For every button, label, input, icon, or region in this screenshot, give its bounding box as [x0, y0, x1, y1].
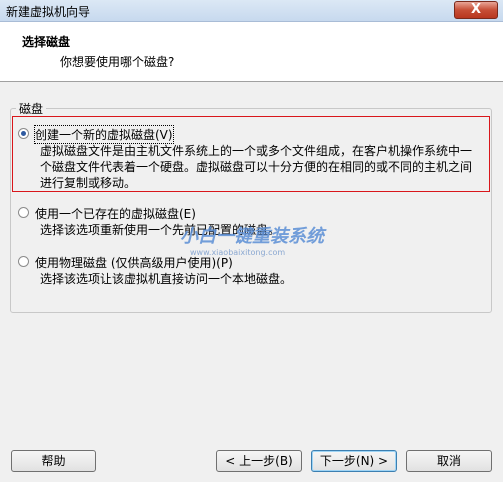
watermark-logo: 小白一键重装系统 www.xiaobaixitong.com: [180, 222, 330, 262]
radio-create-new-disk[interactable]: [18, 128, 29, 139]
watermark-text: 小白一键重装系统: [180, 226, 324, 247]
next-button-label: 下一步(N) >: [319, 454, 389, 468]
close-icon: X: [470, 2, 482, 17]
watermark-url: www.xiaobaixitong.com: [190, 248, 286, 257]
next-button[interactable]: 下一步(N) >: [311, 450, 397, 472]
cancel-button[interactable]: 取消: [406, 450, 492, 472]
back-button-label: < 上一步(B): [225, 454, 293, 468]
option-desc-create-new-disk: 虚拟磁盘文件是由主机文件系统上的一个或多个文件组成，在客户机操作系统中一个磁盘文…: [40, 144, 473, 190]
option-label-create-new-disk[interactable]: 创建一个新的虚拟磁盘(V): [34, 125, 174, 144]
title-bar: 新建虚拟机向导 X: [0, 0, 503, 22]
option-label-use-existing-disk[interactable]: 使用一个已存在的虚拟磁盘(E): [35, 205, 196, 222]
help-button-label: 帮助: [41, 454, 66, 468]
option-desc-use-physical-disk: 选择该选项让该虚拟机直接访问一个本地磁盘。: [40, 272, 293, 286]
radio-use-existing-disk[interactable]: [18, 207, 29, 218]
disk-group-legend: 磁盘: [16, 100, 47, 117]
wizard-header: 选择磁盘 你想要使用哪个磁盘?: [0, 22, 503, 82]
cancel-button-label: 取消: [436, 454, 461, 468]
page-subtitle: 你想要使用哪个磁盘?: [60, 55, 175, 69]
radio-use-physical-disk[interactable]: [18, 256, 29, 267]
window-title: 新建虚拟机向导: [6, 5, 91, 19]
page-title: 选择磁盘: [22, 35, 71, 49]
close-button[interactable]: X: [454, 1, 498, 19]
help-button[interactable]: 帮助: [11, 450, 96, 472]
back-button[interactable]: < 上一步(B): [216, 450, 302, 472]
